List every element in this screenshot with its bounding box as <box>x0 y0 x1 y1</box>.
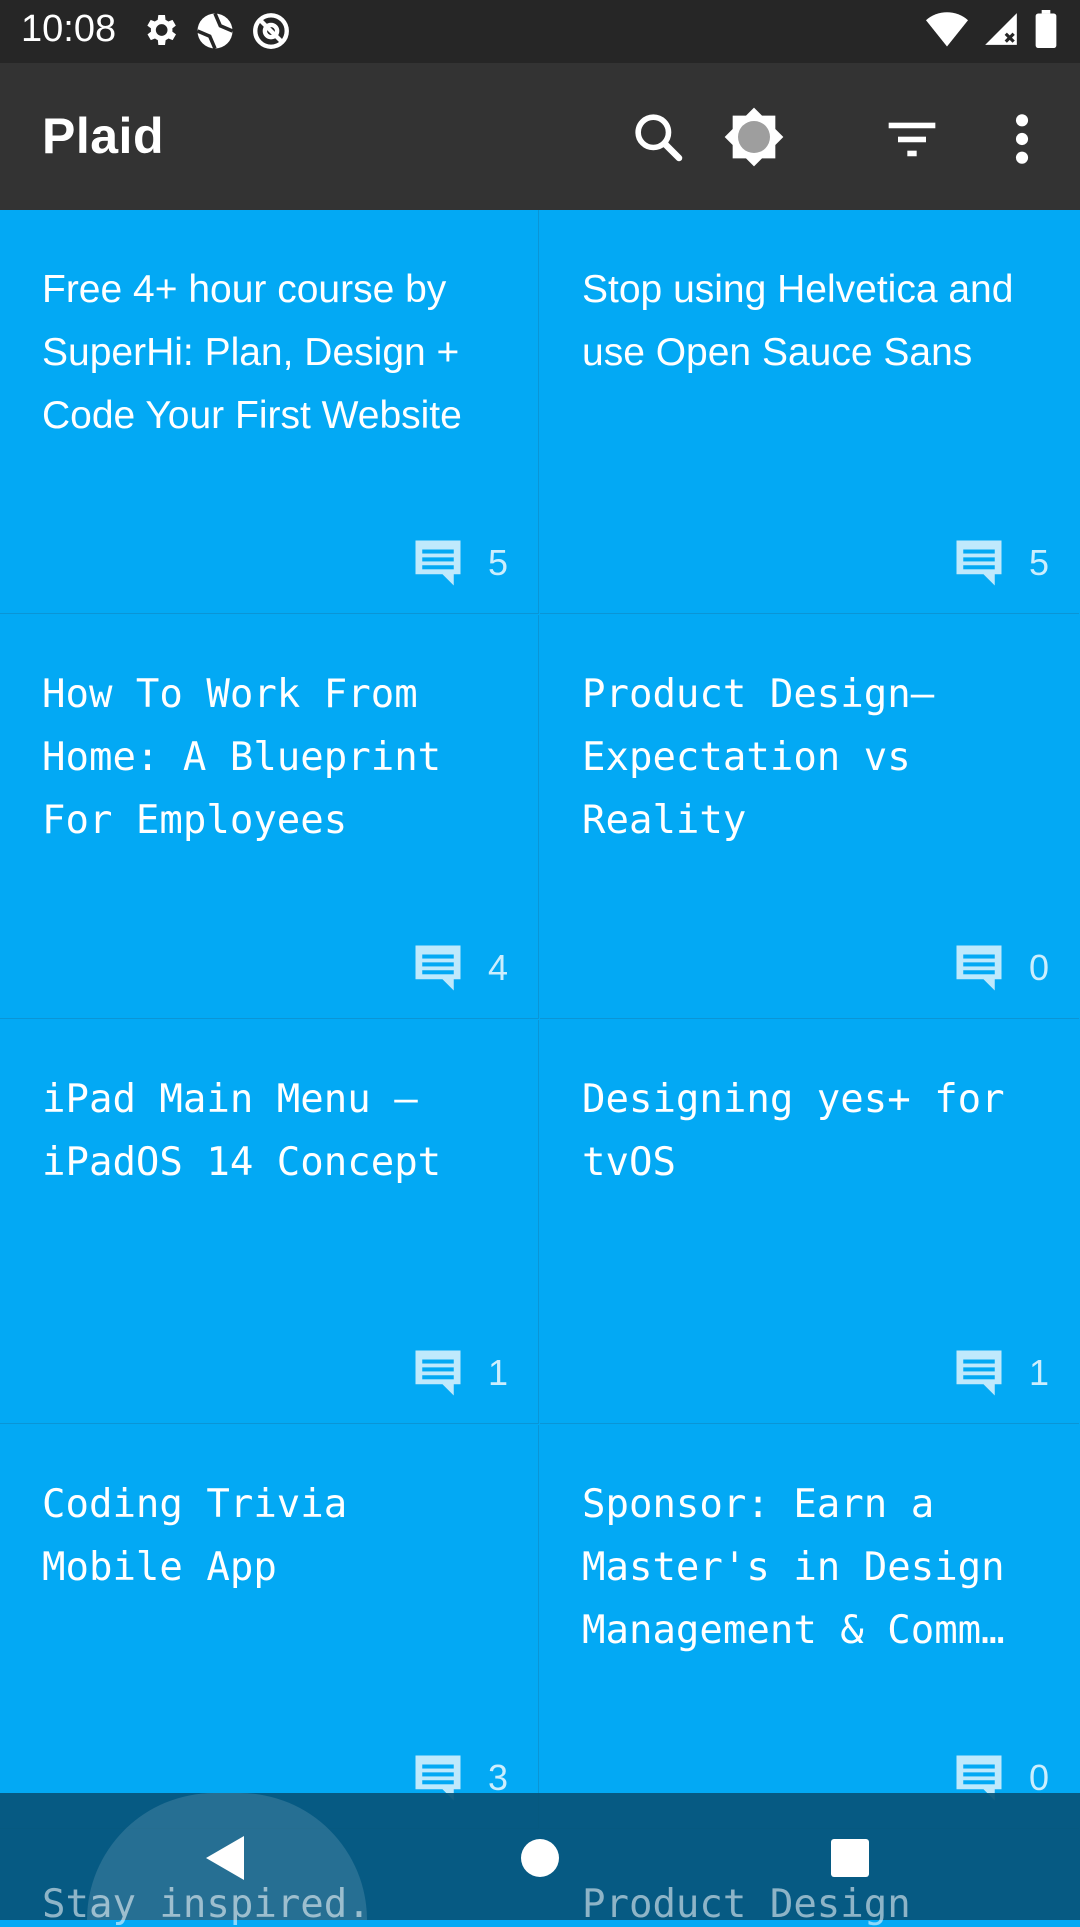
comment-count: 5 <box>951 536 1049 590</box>
comment-count: 5 <box>410 536 508 590</box>
filter-icon[interactable] <box>884 111 940 167</box>
settings-icon <box>147 15 176 45</box>
home-icon[interactable] <box>520 1838 560 1878</box>
comment-count: 1 <box>410 1346 508 1400</box>
story-title: Stop using Helvetica and use Open Sauce … <box>582 268 1014 374</box>
app-bar: Plaid <box>0 63 1080 210</box>
comment-icon <box>956 1350 1002 1396</box>
comment-count-value: 5 <box>1028 542 1049 583</box>
story-card[interactable]: Sponsor: Earn a Master's in Design Manag… <box>540 1425 1079 1829</box>
comment-count: 4 <box>410 941 508 995</box>
at-sign-icon <box>253 13 289 49</box>
back-icon[interactable] <box>204 1834 248 1882</box>
story-card[interactable]: Designing yes+ for tvOS 1 <box>540 1020 1079 1424</box>
app-title: Plaid <box>42 108 164 164</box>
brightness-icon[interactable] <box>722 105 786 169</box>
story-title: Product Design—Expectation vs Reality <box>582 672 935 843</box>
story-title: Coding Trivia Mobile App <box>42 1482 348 1590</box>
comment-icon <box>415 1350 461 1396</box>
story-title: How To Work From Home: A Blueprint For E… <box>42 672 442 843</box>
comment-count: 0 <box>951 941 1049 995</box>
story-card[interactable]: iPad Main Menu — iPadOS 14 Concept 1 <box>0 1020 539 1424</box>
battery-icon <box>1035 10 1057 48</box>
more-vert-icon[interactable] <box>1002 111 1042 167</box>
comment-count-value: 5 <box>487 542 508 583</box>
story-title: iPad Main Menu — iPadOS 14 Concept <box>42 1077 442 1185</box>
story-card[interactable]: Coding Trivia Mobile App 3 <box>0 1425 539 1829</box>
status-bar: 10:08 <box>0 0 1080 63</box>
story-card[interactable]: Free 4+ hour course by SuperHi: Plan, De… <box>0 210 539 614</box>
wifi-icon <box>926 12 968 47</box>
comment-count-value: 1 <box>487 1352 508 1393</box>
comment-icon <box>415 540 461 586</box>
story-title: Designing yes+ for tvOS <box>582 1077 1005 1185</box>
story-title: Sponsor: Earn a Master's in Design Manag… <box>582 1482 1005 1653</box>
signal-icon <box>985 13 1017 45</box>
peek-story-title: Product Design <box>582 1882 911 1927</box>
story-card[interactable]: Product Design—Expectation vs Reality 0 <box>540 615 1079 1019</box>
story-card[interactable]: Stop using Helvetica and use Open Sauce … <box>540 210 1079 614</box>
comment-count-value: 4 <box>487 947 508 988</box>
comment-count: 1 <box>951 1346 1049 1400</box>
story-card[interactable]: How To Work From Home: A Blueprint For E… <box>0 615 539 1019</box>
recents-icon[interactable] <box>830 1838 870 1878</box>
story-title: Free 4+ hour course by SuperHi: Plan, De… <box>42 268 462 437</box>
story-grid: Free 4+ hour course by SuperHi: Plan, De… <box>0 210 1080 1920</box>
comment-icon <box>956 540 1002 586</box>
camera-aperture-icon <box>196 12 234 50</box>
peek-story-title: Stay inspired. <box>42 1882 371 1927</box>
search-icon[interactable] <box>630 109 686 165</box>
comment-icon <box>956 945 1002 991</box>
comment-count-value: 1 <box>1028 1352 1049 1393</box>
status-time: 10:08 <box>21 8 117 50</box>
comment-count-value: 0 <box>1028 947 1049 988</box>
comment-icon <box>415 945 461 991</box>
